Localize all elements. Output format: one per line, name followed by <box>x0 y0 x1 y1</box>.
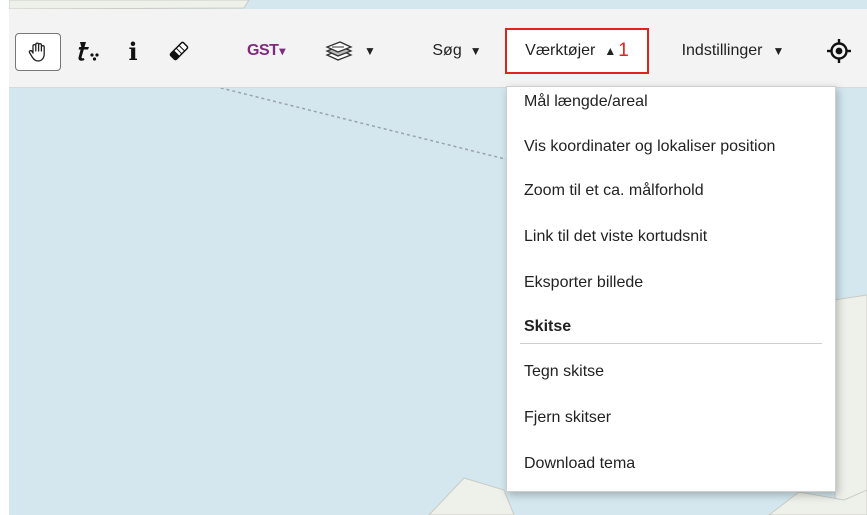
text-tool-button[interactable] <box>69 34 109 68</box>
pan-button[interactable] <box>15 33 61 71</box>
menu-item-link[interactable]: Link til det viste kortudsnit <box>507 222 835 252</box>
tools-caret-icon: ▲ <box>604 44 617 58</box>
tools-menu-label: Værktøjer <box>525 42 596 59</box>
gst-caret-icon: ▾ <box>279 44 285 58</box>
menu-item-measure[interactable]: Mål længde/areal <box>507 87 835 117</box>
settings-caret-icon: ▼ <box>772 44 785 58</box>
menu-item-zoom-scale[interactable]: Zoom til et ca. målforhold <box>507 176 835 206</box>
menu-item-download-theme[interactable]: Download tema <box>507 449 835 479</box>
info-icon: i <box>128 36 138 66</box>
tools-dropdown-menu: Mål længde/areal Vis koordinater og loka… <box>506 86 836 492</box>
eraser-button[interactable] <box>159 34 199 68</box>
menu-item-export-image[interactable]: Eksporter billede <box>507 268 835 298</box>
menu-item-draw-sketch[interactable]: Tegn skitse <box>507 357 835 387</box>
settings-menu-button[interactable]: Indstillinger ▼ <box>659 34 807 68</box>
menu-item-coordinates[interactable]: Vis koordinater og lokaliser position <box>507 132 835 162</box>
menu-section-sketch: Skitse <box>524 318 572 335</box>
settings-menu-label: Indstillinger <box>681 42 763 59</box>
locate-position-button[interactable] <box>819 34 859 68</box>
search-menu-label: Søg <box>432 42 462 59</box>
gst-label: GST <box>247 42 279 59</box>
info-button[interactable]: i <box>115 34 151 68</box>
annotation-marker: 1 <box>618 40 629 61</box>
layers-caret-icon: ▼ <box>364 44 376 58</box>
menu-divider <box>520 343 822 344</box>
tools-menu-button[interactable]: Værktøjer ▲ 1 <box>505 28 649 74</box>
layers-icon <box>324 39 354 63</box>
menu-item-remove-sketches[interactable]: Fjern skitser <box>507 403 835 433</box>
map-toolbar: i GST ▾ ▼ Søg ▼ Værktøjer ▲ 1 Indstillin… <box>9 9 867 88</box>
hand-icon <box>26 40 50 64</box>
text-tool-icon <box>76 39 102 63</box>
target-icon <box>826 38 852 64</box>
search-caret-icon: ▼ <box>469 44 482 58</box>
search-menu-button[interactable]: Søg ▼ <box>413 34 501 68</box>
eraser-icon <box>166 39 192 63</box>
gst-button[interactable]: GST ▾ <box>239 34 293 68</box>
layers-button[interactable]: ▼ <box>317 34 383 68</box>
